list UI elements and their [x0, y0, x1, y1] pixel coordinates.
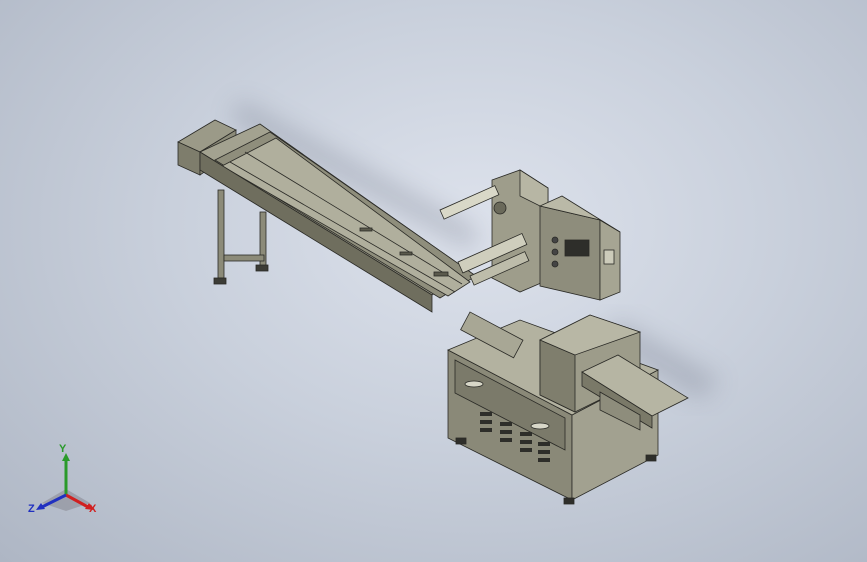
triad-x-label: X — [89, 503, 97, 515]
triad-y-label: Y — [59, 443, 67, 455]
control-display — [564, 239, 590, 257]
machine-model[interactable] — [0, 0, 867, 562]
coordinate-triad: Y X Z — [22, 443, 112, 525]
triad-arrows — [36, 453, 94, 511]
cad-3d-viewport[interactable] — [0, 0, 867, 562]
control-cabinet[interactable] — [538, 195, 621, 301]
triad-z-label: Z — [28, 503, 35, 515]
